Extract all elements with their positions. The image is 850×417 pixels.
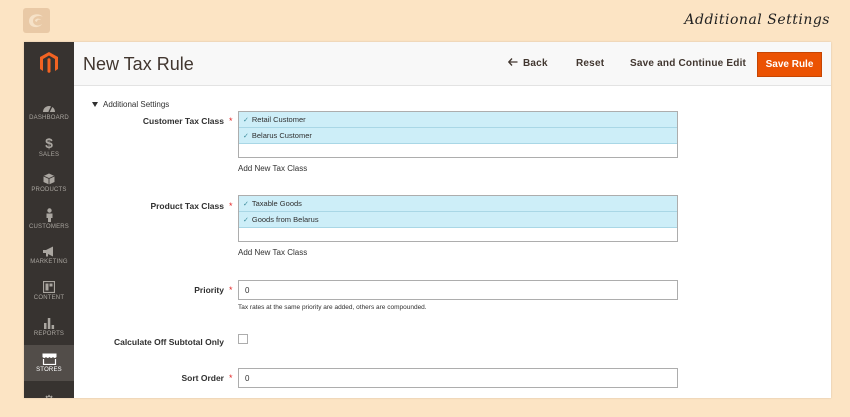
top-banner: Additional Settings (0, 0, 850, 42)
sidebar-item-label: CONTENT (33, 295, 65, 301)
save-rule-button[interactable]: Save Rule (757, 52, 822, 77)
product-tax-class-option[interactable]: ✓ Taxable Goods (239, 196, 677, 212)
back-button-label: Back (523, 58, 548, 69)
main-content: New Tax Rule Back Reset Save and Continu… (74, 42, 831, 398)
priority-note: Tax rates at the same priority are added… (238, 304, 427, 311)
sidebar-item-label: REPORTS (33, 331, 65, 337)
required-asterisk: * (229, 373, 233, 383)
admin-sidebar: DASHBOARD $ SALES PRODUCTS CUSTOMERS MAR… (24, 42, 74, 398)
priority-input[interactable]: 0 (238, 280, 678, 300)
priority-label: Priority (194, 285, 224, 295)
reset-button[interactable]: Reset (576, 58, 604, 69)
arrow-left-icon (507, 58, 518, 69)
sidebar-item-products[interactable]: PRODUCTS (24, 165, 74, 201)
add-customer-tax-class-link[interactable]: Add New Tax Class (238, 164, 307, 173)
sidebar-item-label: STORES (36, 367, 62, 373)
megaphone-icon (42, 246, 56, 257)
check-icon: ✓ (243, 132, 249, 140)
sidebar-item-label: DASHBOARD (29, 114, 69, 121)
customer-tax-class-label: Customer Tax Class (142, 116, 224, 126)
sort-order-input[interactable]: 0 (238, 368, 678, 388)
required-asterisk: * (229, 201, 233, 211)
page-header: New Tax Rule Back Reset Save and Continu… (74, 42, 831, 86)
customer-tax-class-select[interactable]: ✓ Retail Customer ✓ Belarus Customer (238, 111, 678, 158)
check-icon: ✓ (243, 216, 249, 224)
sidebar-item-customers[interactable]: CUSTOMERS (24, 201, 74, 237)
sidebar-item-label: MARKETING (30, 258, 68, 265)
section-title: Additional Settings (103, 100, 170, 109)
dollar-icon: $ (45, 135, 53, 151)
content-icon (43, 281, 55, 293)
calculate-off-subtotal-label: Calculate Off Subtotal Only (113, 337, 224, 347)
gear-icon: ⚙ (43, 393, 56, 398)
person-icon (45, 208, 54, 222)
customer-tax-class-option[interactable]: ✓ Retail Customer (239, 112, 677, 128)
sidebar-item-marketing[interactable]: MARKETING (24, 237, 74, 273)
sidebar-item-reports[interactable]: REPORTS (24, 309, 74, 345)
add-product-tax-class-link[interactable]: Add New Tax Class (238, 248, 307, 257)
sidebar-item-content[interactable]: CONTENT (24, 273, 74, 309)
sidebar-item-label: SALES (38, 152, 60, 158)
banner-title: Additional Settings (684, 12, 830, 28)
store-icon (42, 353, 57, 365)
additional-settings-toggle[interactable]: Additional Settings (92, 100, 169, 109)
magento-logo-icon[interactable] (24, 42, 74, 84)
sidebar-item-stores[interactable]: STORES (24, 345, 74, 381)
back-button[interactable]: Back (507, 58, 548, 69)
required-asterisk: * (229, 285, 233, 295)
sidebar-item-label: PRODUCTS (31, 187, 67, 193)
sidebar-item-label: CUSTOMERS (28, 224, 70, 230)
brand-swirl-icon (23, 8, 50, 33)
sidebar-item-dashboard[interactable]: DASHBOARD (24, 93, 74, 129)
product-tax-class-option[interactable]: ✓ Goods from Belarus (239, 212, 677, 228)
sidebar-item-system[interactable]: ⚙ (24, 382, 74, 398)
required-asterisk: * (229, 116, 233, 126)
calculate-off-subtotal-checkbox[interactable] (238, 334, 248, 344)
customer-tax-class-option[interactable]: ✓ Belarus Customer (239, 128, 677, 144)
dashboard-icon (42, 102, 56, 113)
check-icon: ✓ (243, 200, 249, 208)
sidebar-item-sales[interactable]: $ SALES (24, 129, 74, 165)
triangle-down-icon (92, 100, 98, 109)
check-icon: ✓ (243, 116, 249, 124)
sort-order-label: Sort Order (181, 373, 224, 383)
product-tax-class-select[interactable]: ✓ Taxable Goods ✓ Goods from Belarus (238, 195, 678, 242)
page-title: New Tax Rule (83, 54, 194, 74)
save-and-continue-button[interactable]: Save and Continue Edit (630, 58, 746, 69)
bar-chart-icon (43, 317, 55, 329)
cube-icon (43, 173, 55, 185)
product-tax-class-label: Product Tax Class (150, 201, 224, 211)
admin-window: DASHBOARD $ SALES PRODUCTS CUSTOMERS MAR… (24, 42, 831, 398)
